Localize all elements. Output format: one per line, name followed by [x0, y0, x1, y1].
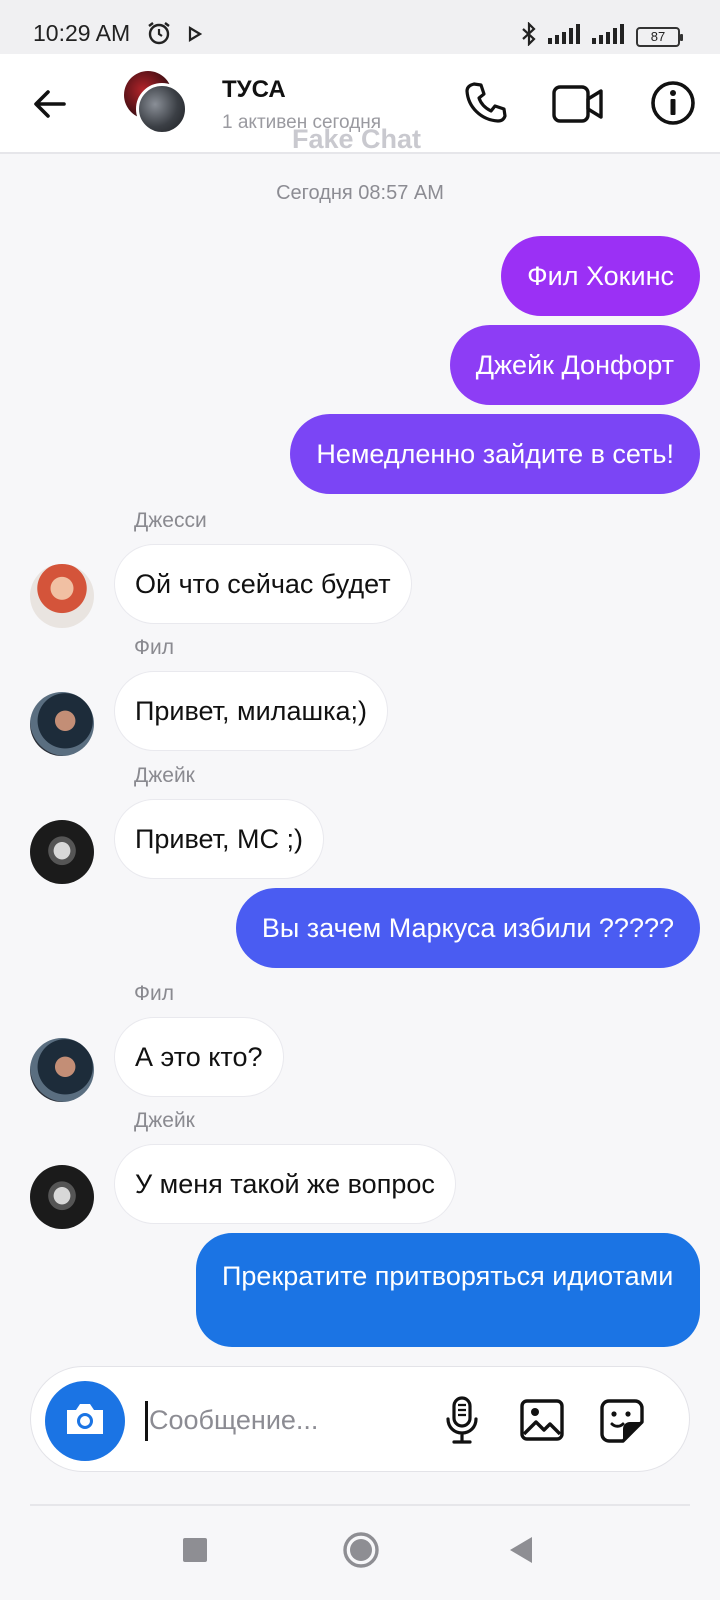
battery-icon: 87 — [636, 26, 683, 47]
signal-icon — [592, 24, 626, 49]
message-input[interactable] — [149, 1397, 419, 1443]
sender-name: Фил — [134, 636, 174, 659]
incoming-message[interactable]: У меня такой же вопрос — [114, 1144, 456, 1224]
group-avatar[interactable] — [124, 71, 190, 137]
watermark: Fake Chat — [292, 124, 422, 154]
sticker-icon[interactable] — [599, 1398, 645, 1449]
avatar[interactable] — [30, 1165, 94, 1229]
outgoing-message[interactable]: Прекратите притворяться идиотами — [196, 1233, 700, 1347]
play-icon — [188, 26, 203, 47]
chat-title[interactable]: ТУСА — [222, 76, 286, 104]
camera-button[interactable] — [45, 1381, 125, 1461]
chat-header: ТУСА 1 активен сегодня Fake Chat — [0, 54, 720, 154]
avatar[interactable] — [30, 692, 94, 756]
image-icon[interactable] — [519, 1398, 565, 1447]
incoming-message[interactable]: Ой что сейчас будет — [114, 544, 412, 624]
outgoing-message[interactable]: Немедленно зайдите в сеть! — [290, 414, 700, 494]
alarm-icon — [146, 20, 172, 51]
sender-name: Джейк — [134, 764, 195, 787]
video-camera-icon[interactable] — [552, 84, 604, 129]
text-cursor — [145, 1401, 148, 1441]
status-bar: 10:29 AM 87 — [0, 0, 720, 54]
sender-name: Джейк — [134, 1109, 195, 1132]
incoming-message[interactable]: А это кто? — [114, 1017, 284, 1097]
info-icon[interactable] — [650, 80, 696, 131]
outgoing-message[interactable]: Вы зачем Маркуса избили ????? — [235, 888, 700, 968]
incoming-message[interactable]: Привет, милашка;) — [114, 671, 389, 751]
back-icon[interactable] — [508, 1535, 534, 1570]
avatar[interactable] — [30, 820, 94, 884]
incoming-message[interactable]: Привет, МС ;) — [114, 799, 325, 879]
outgoing-message[interactable]: Фил Хокинс — [501, 236, 700, 316]
message-composer — [30, 1366, 690, 1472]
outgoing-message[interactable]: Джейк Донфорт — [449, 325, 700, 405]
sender-name: Фил — [134, 982, 174, 1005]
status-icons: 87 — [520, 21, 683, 51]
group-avatar-front — [136, 83, 188, 135]
sender-name: Джесси — [134, 509, 207, 532]
bluetooth-icon — [520, 21, 538, 51]
camera-icon — [63, 1400, 107, 1443]
status-time: 10:29 AM — [33, 20, 131, 46]
avatar[interactable] — [30, 1038, 94, 1102]
recents-icon[interactable] — [182, 1537, 208, 1568]
back-arrow-icon[interactable] — [30, 84, 70, 129]
avatar[interactable] — [30, 564, 94, 628]
signal-icon — [548, 24, 582, 49]
phone-icon[interactable] — [464, 80, 508, 131]
home-icon[interactable] — [342, 1531, 380, 1574]
system-nav-bar — [0, 1507, 720, 1600]
microphone-icon[interactable] — [443, 1395, 481, 1450]
nav-divider — [30, 1504, 690, 1506]
date-separator: Сегодня 08:57 AM — [276, 182, 444, 204]
